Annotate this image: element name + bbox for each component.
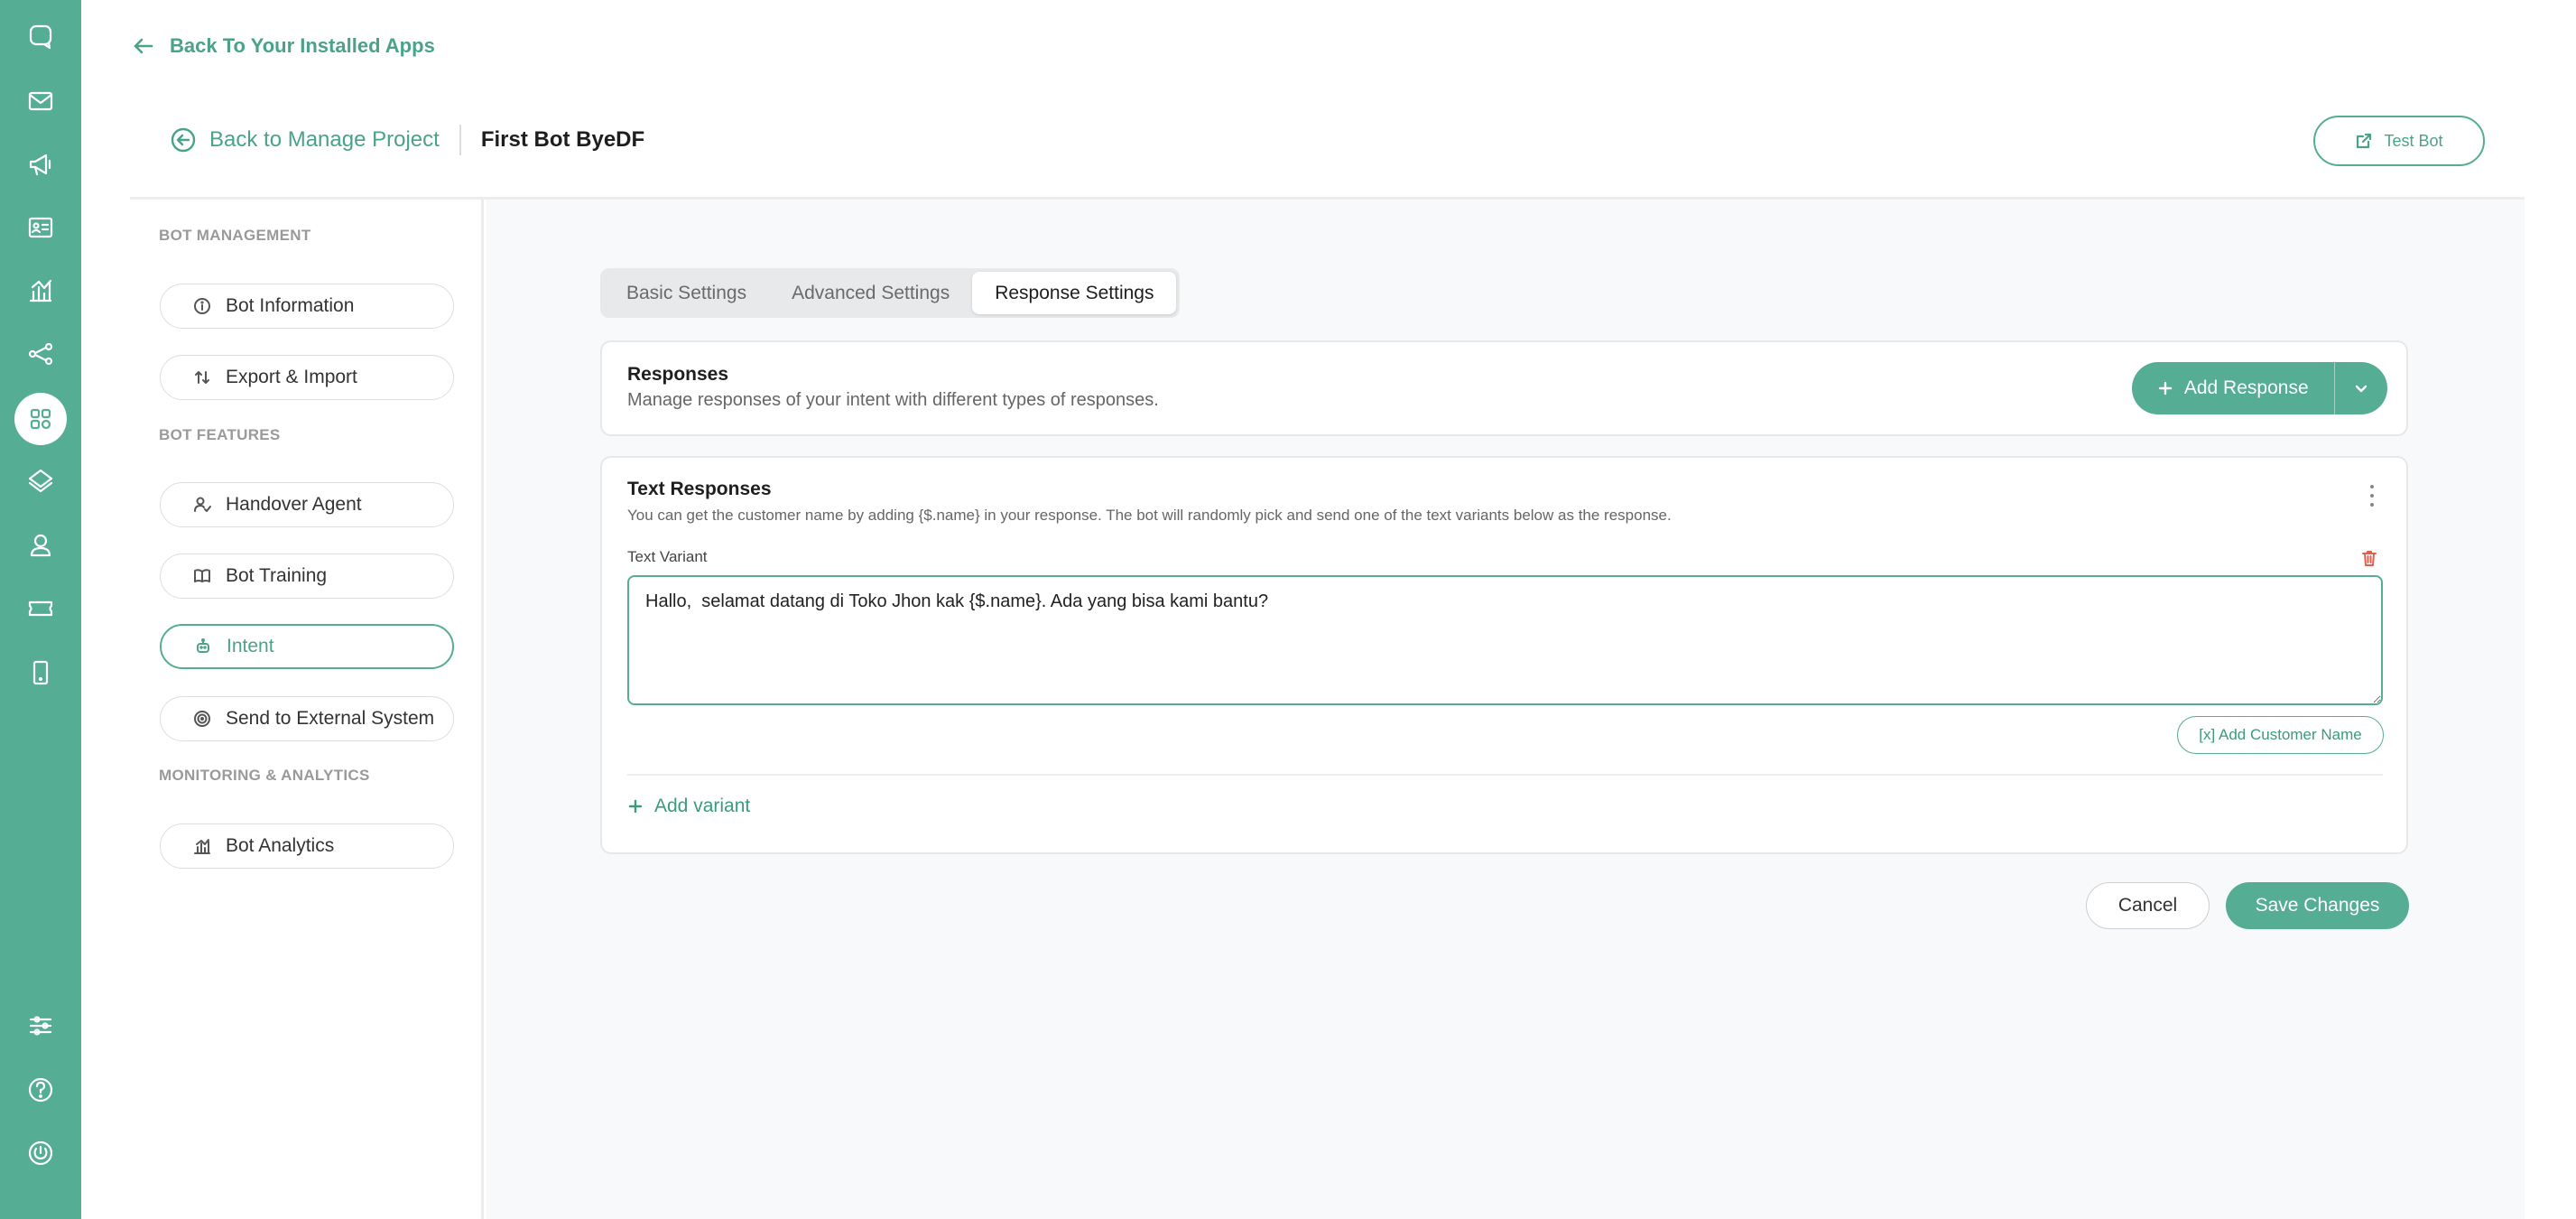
add-variant-label: Add variant xyxy=(654,796,751,816)
back-to-installed-apps-link[interactable]: Back To Your Installed Apps xyxy=(132,34,435,58)
text-responses-description: You can get the customer name by adding … xyxy=(627,507,1672,524)
mobile-icon[interactable] xyxy=(23,655,59,691)
add-response-button-group: Add Response xyxy=(2132,362,2387,414)
sidebar-item-bot-analytics[interactable]: Bot Analytics xyxy=(160,824,454,869)
test-bot-button[interactable]: Test Bot xyxy=(2313,116,2485,166)
project-header: Back to Manage Project First Bot ByeDF xyxy=(130,113,644,167)
main-content: Basic Settings Advanced Settings Respons… xyxy=(486,200,2525,1219)
section-bot-management: BOT MANAGEMENT xyxy=(159,227,311,244)
bot-settings-sidebar: BOT MANAGEMENT Bot Information Export & … xyxy=(130,200,484,1219)
add-customer-name-button[interactable]: [x] Add Customer Name xyxy=(2177,716,2384,754)
sidebar-item-intent[interactable]: Intent xyxy=(160,624,454,669)
text-variant-label: Text Variant xyxy=(627,548,708,565)
responses-card: Responses Manage responses of your inten… xyxy=(600,340,2408,436)
sidebar-item-label: Send to External System xyxy=(226,708,435,729)
info-icon xyxy=(194,298,210,314)
sidebar-item-handover-agent[interactable]: Handover Agent xyxy=(160,482,454,527)
bar-chart-icon xyxy=(194,839,210,854)
cancel-button[interactable]: Cancel xyxy=(2086,882,2210,929)
save-changes-button[interactable]: Save Changes xyxy=(2226,882,2409,929)
tab-response-settings[interactable]: Response Settings xyxy=(972,272,1177,314)
agent-icon[interactable] xyxy=(23,527,59,563)
back-manage-label: Back to Manage Project xyxy=(209,127,440,152)
app-rail xyxy=(0,0,81,1219)
book-icon xyxy=(194,569,210,582)
sidebar-item-bot-information[interactable]: Bot Information xyxy=(160,284,454,329)
sidebar-item-label: Export & Import xyxy=(226,367,357,387)
sidebar-item-send-to-external-system[interactable]: Send to External System xyxy=(160,696,454,741)
power-icon[interactable] xyxy=(23,1135,59,1171)
bot-head-icon xyxy=(197,638,209,653)
section-monitoring-analytics: MONITORING & ANALYTICS xyxy=(159,767,370,784)
arrow-left-icon xyxy=(134,38,153,54)
layers-icon[interactable] xyxy=(23,462,59,498)
responses-title: Responses xyxy=(627,364,729,385)
back-apps-label: Back To Your Installed Apps xyxy=(170,34,435,57)
plus-icon xyxy=(628,799,643,814)
flow-share-icon[interactable] xyxy=(23,336,59,372)
circle-arrow-left-icon xyxy=(171,127,196,153)
card-divider xyxy=(627,774,2383,776)
text-responses-title: Text Responses xyxy=(627,479,772,499)
tab-advanced-settings[interactable]: Advanced Settings xyxy=(769,272,972,314)
add-response-dropdown-toggle[interactable] xyxy=(2335,362,2387,414)
help-icon[interactable] xyxy=(23,1072,59,1108)
contact-card-icon[interactable] xyxy=(23,209,59,246)
tab-basic-settings[interactable]: Basic Settings xyxy=(604,272,769,314)
plus-icon xyxy=(2158,381,2173,395)
chevron-down-icon xyxy=(2355,385,2368,393)
chat-icon[interactable] xyxy=(23,18,59,54)
ticket-icon[interactable] xyxy=(23,591,59,627)
swap-vertical-icon xyxy=(195,371,209,384)
trash-icon xyxy=(2362,551,2377,566)
sidebar-item-label: Intent xyxy=(227,636,274,656)
external-link-icon xyxy=(2357,133,2372,149)
mail-icon[interactable] xyxy=(23,83,59,119)
header-separator xyxy=(459,125,461,155)
settings-tabs: Basic Settings Advanced Settings Respons… xyxy=(600,268,1181,318)
sidebar-item-label: Bot Training xyxy=(226,565,328,586)
section-bot-features: BOT FEATURES xyxy=(159,426,281,443)
sidebar-item-label: Handover Agent xyxy=(226,494,362,515)
target-icon xyxy=(194,711,210,727)
delete-variant-button[interactable] xyxy=(2359,548,2379,568)
more-options-button[interactable] xyxy=(2361,481,2383,510)
sidebar-item-bot-training[interactable]: Bot Training xyxy=(160,554,454,599)
responses-description: Manage responses of your intent with dif… xyxy=(627,390,1159,410)
sidebar-item-label: Bot Information xyxy=(226,295,355,316)
add-variant-button[interactable]: Add variant xyxy=(627,796,750,817)
analytics-chart-icon[interactable] xyxy=(23,273,59,309)
back-to-manage-project-link[interactable]: Back to Manage Project xyxy=(130,127,440,153)
user-check-icon xyxy=(194,497,211,512)
test-bot-label: Test Bot xyxy=(2384,131,2443,150)
sidebar-item-export-import[interactable]: Export & Import xyxy=(160,355,454,400)
bot-name: First Bot ByeDF xyxy=(480,127,645,152)
text-responses-card: Text Responses You can get the customer … xyxy=(600,456,2408,854)
add-response-label: Add Response xyxy=(2183,377,2309,398)
sidebar-item-label: Bot Analytics xyxy=(226,835,335,856)
sliders-icon[interactable] xyxy=(23,1008,59,1044)
apps-grid-icon[interactable] xyxy=(14,393,67,445)
add-response-button[interactable]: Add Response xyxy=(2132,362,2334,414)
megaphone-icon[interactable] xyxy=(23,146,59,182)
text-variant-input[interactable] xyxy=(627,575,2383,705)
